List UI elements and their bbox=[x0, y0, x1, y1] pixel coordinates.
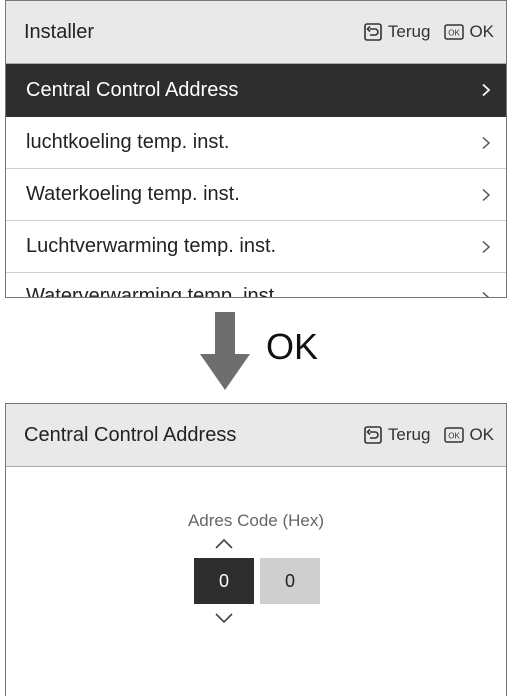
back-button[interactable]: Terug bbox=[364, 22, 431, 42]
svg-text:OK: OK bbox=[449, 432, 461, 441]
ok-key-icon: OK bbox=[444, 427, 465, 443]
svg-text:OK: OK bbox=[449, 29, 461, 38]
ok-key-icon: OK bbox=[444, 24, 465, 40]
menu-item-label: luchtkoeling temp. inst. bbox=[26, 131, 230, 153]
address-editor: Adres Code (Hex) 0 0 bbox=[6, 467, 506, 696]
back-label: Terug bbox=[387, 22, 431, 41]
address-digit-1[interactable]: 0 bbox=[194, 558, 254, 604]
ok-label: OK bbox=[469, 425, 494, 444]
ok-caption: OK bbox=[266, 326, 319, 367]
chevron-right-icon bbox=[482, 83, 491, 97]
arrow-down-icon bbox=[200, 312, 250, 390]
menu-item-label: Waterkoeling temp. inst. bbox=[26, 183, 240, 205]
menu-item-waterkoeling[interactable]: Waterkoeling temp. inst. bbox=[6, 169, 506, 221]
chevron-right-icon bbox=[482, 136, 491, 149]
back-button[interactable]: Terug bbox=[364, 425, 431, 445]
return-icon bbox=[364, 426, 382, 444]
page-title: Central Control Address bbox=[24, 423, 237, 446]
installer-header: Installer Terug OK OK bbox=[6, 1, 506, 64]
transition-indicator: OK bbox=[0, 300, 510, 403]
chevron-right-icon bbox=[482, 240, 491, 253]
installer-screen: Installer Terug OK OK Central Control Ad… bbox=[5, 0, 507, 298]
central-control-address-screen: Central Control Address Terug OK OK Adre… bbox=[5, 403, 507, 696]
address-header: Central Control Address Terug OK OK bbox=[6, 404, 506, 467]
menu-item-label: Luchtverwarming temp. inst. bbox=[26, 235, 277, 257]
address-code-label: Adres Code (Hex) bbox=[187, 511, 325, 530]
page-title: Installer bbox=[24, 20, 95, 43]
chevron-up-icon[interactable] bbox=[214, 538, 234, 550]
return-icon bbox=[364, 23, 382, 41]
ok-button[interactable]: OK OK bbox=[444, 22, 494, 42]
chevron-down-icon[interactable] bbox=[214, 612, 234, 624]
address-digit-2[interactable]: 0 bbox=[260, 558, 320, 604]
menu-item-label: Central Control Address bbox=[26, 78, 239, 101]
menu-item-luchtverwarming[interactable]: Luchtverwarming temp. inst. bbox=[6, 221, 506, 273]
menu-item-luchtkoeling[interactable]: luchtkoeling temp. inst. bbox=[6, 117, 506, 169]
ok-label: OK bbox=[469, 22, 494, 41]
menu-item-label: Waterverwarming temp. inst. bbox=[26, 285, 280, 298]
back-label: Terug bbox=[387, 425, 431, 444]
chevron-right-icon bbox=[482, 291, 490, 297]
ok-button[interactable]: OK OK bbox=[444, 425, 494, 445]
chevron-right-icon bbox=[482, 188, 491, 201]
menu-item-central-control-address[interactable]: Central Control Address bbox=[6, 64, 506, 117]
menu-item-waterverwarming[interactable]: Waterverwarming temp. inst. bbox=[6, 273, 506, 298]
